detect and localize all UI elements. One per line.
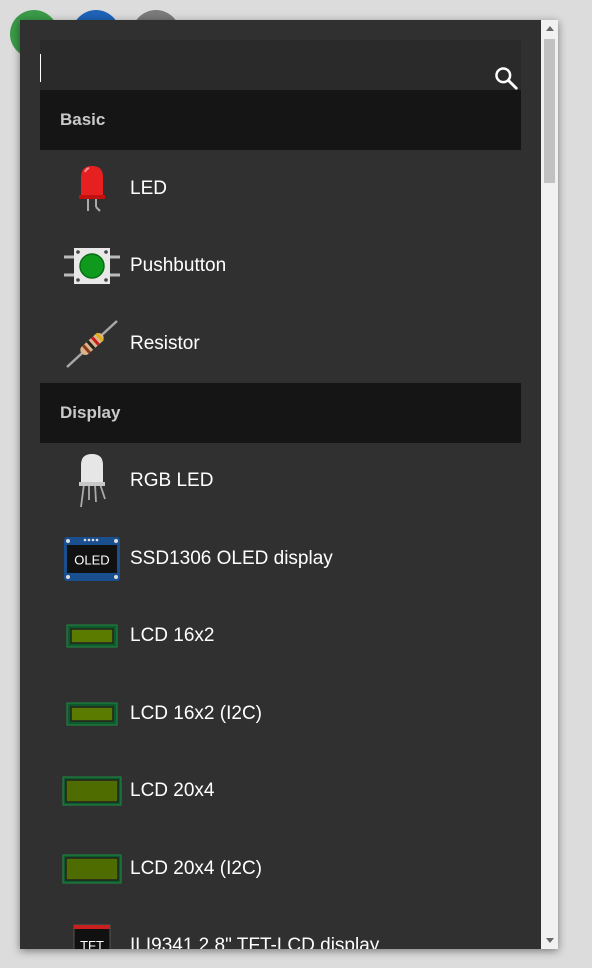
part-label: Pushbutton [130, 255, 227, 277]
part-item-lcd-16x2-i2c[interactable]: LCD 16x2 (I2C) [40, 675, 521, 753]
section-header-display: Display [40, 382, 521, 443]
tft-display-icon: TFT [60, 920, 124, 949]
part-label: RGB LED [130, 470, 214, 492]
svg-text:TFT: TFT [80, 938, 104, 949]
part-item-rgb-led[interactable]: RGB LED [40, 443, 521, 521]
search-input[interactable] [40, 54, 480, 80]
part-label: LCD 16x2 [130, 625, 215, 647]
part-item-lcd-20x4[interactable]: LCD 20x4 [40, 753, 521, 831]
part-item-resistor[interactable]: Resistor [40, 305, 521, 383]
lcd-icon [60, 765, 124, 817]
lcd-icon [60, 688, 124, 740]
scrollbar-thumb[interactable] [544, 39, 555, 183]
part-item-led[interactable]: LED [40, 150, 521, 228]
part-item-ili9341-tft[interactable]: TFT ILI9341 2.8" TFT-LCD display [40, 908, 521, 949]
part-label: SSD1306 OLED display [130, 547, 333, 569]
part-label: LCD 20x4 (I2C) [130, 857, 262, 879]
part-item-lcd-16x2[interactable]: LCD 16x2 [40, 598, 521, 676]
lcd-icon [60, 610, 124, 662]
part-item-lcd-20x4-i2c[interactable]: LCD 20x4 (I2C) [40, 830, 521, 908]
part-item-ssd1306-oled[interactable]: OLED SSD1306 OLED display [40, 520, 521, 598]
part-item-pushbutton[interactable]: Pushbutton [40, 228, 521, 306]
svg-text:OLED: OLED [74, 552, 109, 567]
part-label: LCD 20x4 [130, 780, 215, 802]
part-label: ILI9341 2.8" TFT-LCD display [130, 935, 380, 949]
part-label: Resistor [130, 332, 200, 354]
part-label: LCD 16x2 (I2C) [130, 702, 262, 724]
oled-display-icon: OLED [60, 533, 124, 585]
pushbutton-icon [60, 240, 124, 292]
parts-list: Basic LED Pushbutton Resistor Display RG… [40, 90, 521, 949]
vertical-scrollbar[interactable] [541, 20, 558, 949]
section-header-basic: Basic [40, 90, 521, 150]
lcd-icon [60, 843, 124, 895]
resistor-icon [60, 318, 124, 370]
part-label: LED [130, 177, 167, 199]
scroll-up-arrow-icon[interactable] [541, 20, 558, 37]
rgb-led-icon [60, 454, 124, 508]
part-picker-panel: Basic LED Pushbutton Resistor Display RG… [20, 20, 558, 949]
led-icon [60, 163, 124, 215]
text-caret [40, 54, 41, 82]
scroll-down-arrow-icon[interactable] [541, 932, 558, 949]
search-icon[interactable] [493, 65, 519, 91]
